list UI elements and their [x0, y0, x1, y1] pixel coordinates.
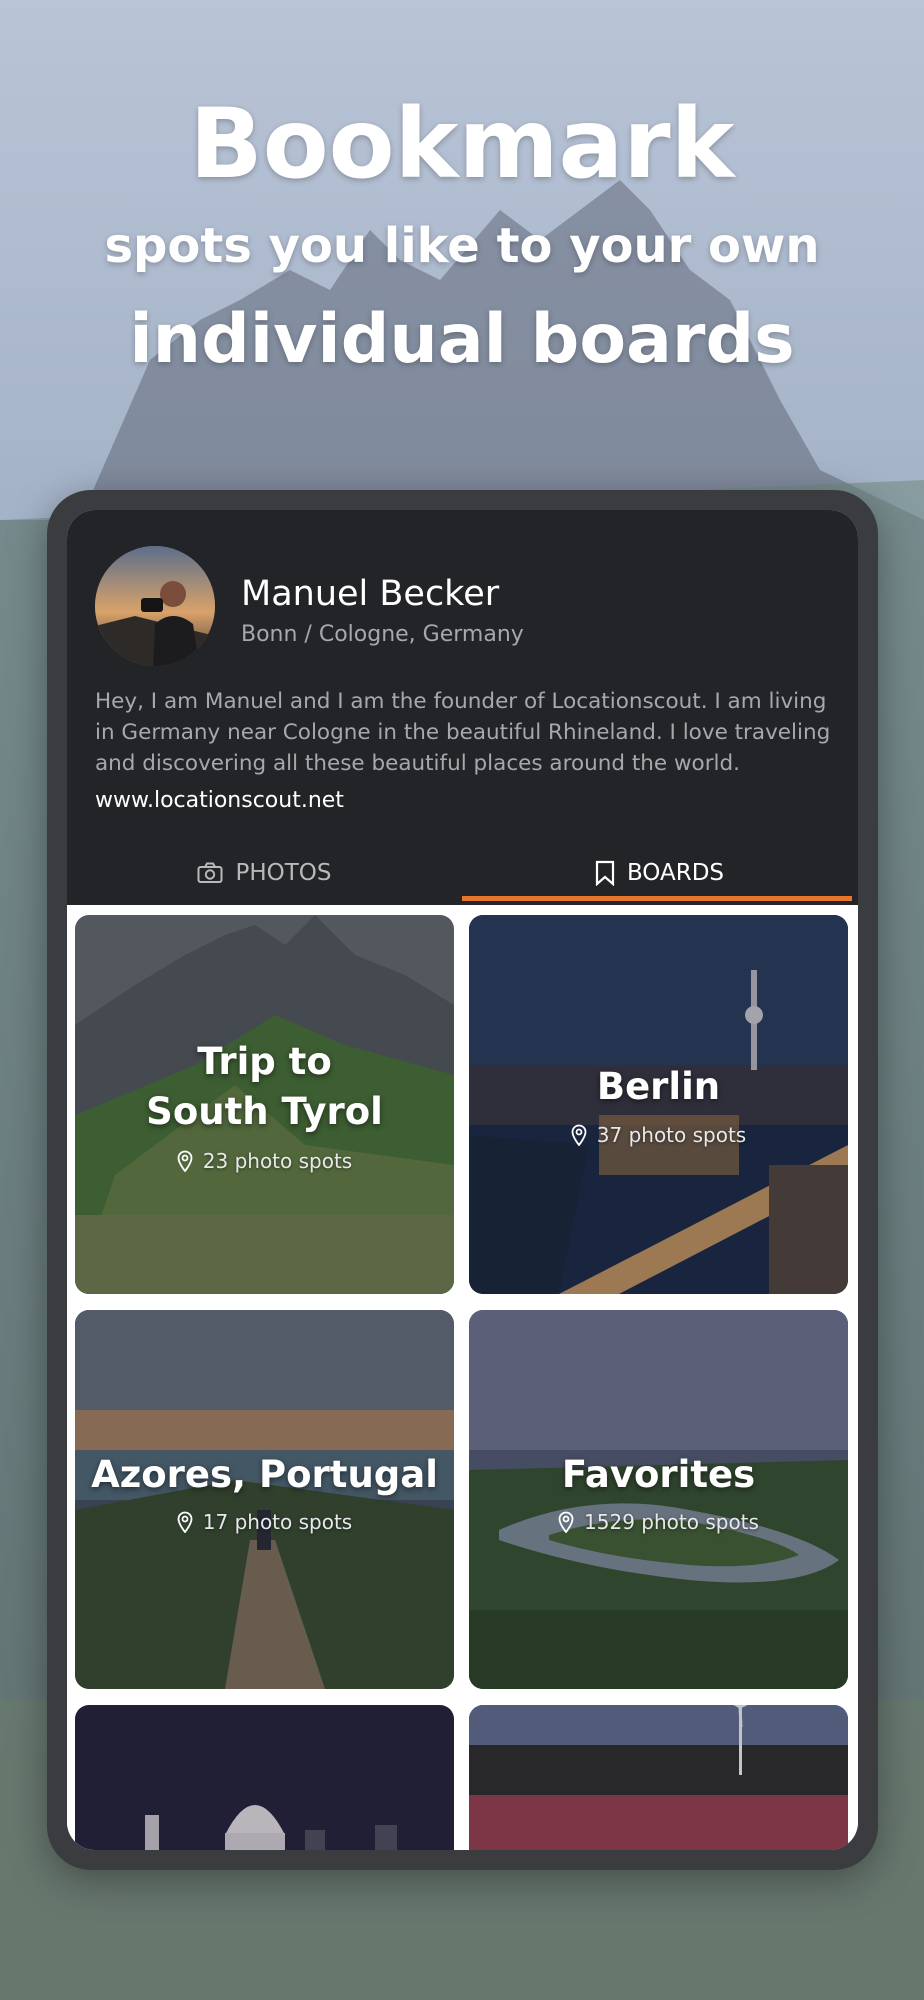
- tab-photos[interactable]: PHOTOS: [67, 840, 462, 905]
- active-tab-indicator: [462, 896, 852, 901]
- board-card-favorites[interactable]: Favorites 1529 photo spots: [469, 1310, 848, 1689]
- board-card-city-night[interactable]: [75, 1705, 454, 1850]
- board-count: 1529 photo spots: [469, 1510, 848, 1534]
- board-title: Berlin: [596, 1065, 721, 1108]
- boards-grid: Trip to South Tyrol 23 photo spots Berli…: [67, 905, 858, 1850]
- board-count-label: 1529 photo spots: [584, 1510, 759, 1534]
- board-title: Favorites: [561, 1453, 756, 1496]
- board-count: 23 photo spots: [75, 1149, 454, 1173]
- profile-tabs: PHOTOS BOARDS: [67, 840, 858, 905]
- profile-header: Manuel Becker Bonn / Cologne, Germany He…: [67, 510, 858, 905]
- board-card-azores[interactable]: Azores, Portugal 17 photo spots: [75, 1310, 454, 1689]
- board-count: 37 photo spots: [469, 1123, 848, 1147]
- board-count-label: 23 photo spots: [202, 1149, 353, 1173]
- board-count-label: 37 photo spots: [596, 1123, 747, 1147]
- location-pin-icon: [571, 1124, 587, 1146]
- profile-website-link[interactable]: www.locationscout.net: [95, 788, 344, 813]
- board-overlay: [469, 1705, 848, 1850]
- board-title-line2: South Tyrol: [146, 1090, 383, 1133]
- board-card-tulip-field[interactable]: [469, 1705, 848, 1850]
- board-count-label: 17 photo spots: [202, 1510, 353, 1534]
- phone-frame: Manuel Becker Bonn / Cologne, Germany He…: [47, 490, 878, 1870]
- headline-subtitle: spots you like to your own: [104, 218, 820, 274]
- board-count: 17 photo spots: [75, 1510, 454, 1534]
- profile-bio: Hey, I am Manuel and I am the founder of…: [95, 689, 831, 776]
- headline-line3: individual boards: [129, 300, 795, 379]
- board-title: Trip to: [197, 1040, 332, 1083]
- profile-name: Manuel Becker: [241, 574, 500, 614]
- location-pin-icon: [558, 1511, 574, 1533]
- board-overlay: [75, 1705, 454, 1850]
- board-card-berlin[interactable]: Berlin 37 photo spots: [469, 915, 848, 1294]
- tab-boards-label: BOARDS: [626, 859, 725, 886]
- board-title: Azores, Portugal: [91, 1453, 438, 1496]
- bookmark-icon: [595, 860, 615, 886]
- location-pin-icon: [177, 1511, 193, 1533]
- app-screen: Manuel Becker Bonn / Cologne, Germany He…: [67, 510, 858, 1850]
- camera-icon: [197, 862, 223, 884]
- board-card-south-tyrol[interactable]: Trip to South Tyrol 23 photo spots: [75, 915, 454, 1294]
- profile-location: Bonn / Cologne, Germany: [241, 622, 524, 647]
- headline-main: Bookmark: [189, 88, 735, 200]
- tab-photos-label: PHOTOS: [235, 859, 332, 886]
- location-pin-icon: [177, 1150, 193, 1172]
- avatar[interactable]: [95, 546, 215, 666]
